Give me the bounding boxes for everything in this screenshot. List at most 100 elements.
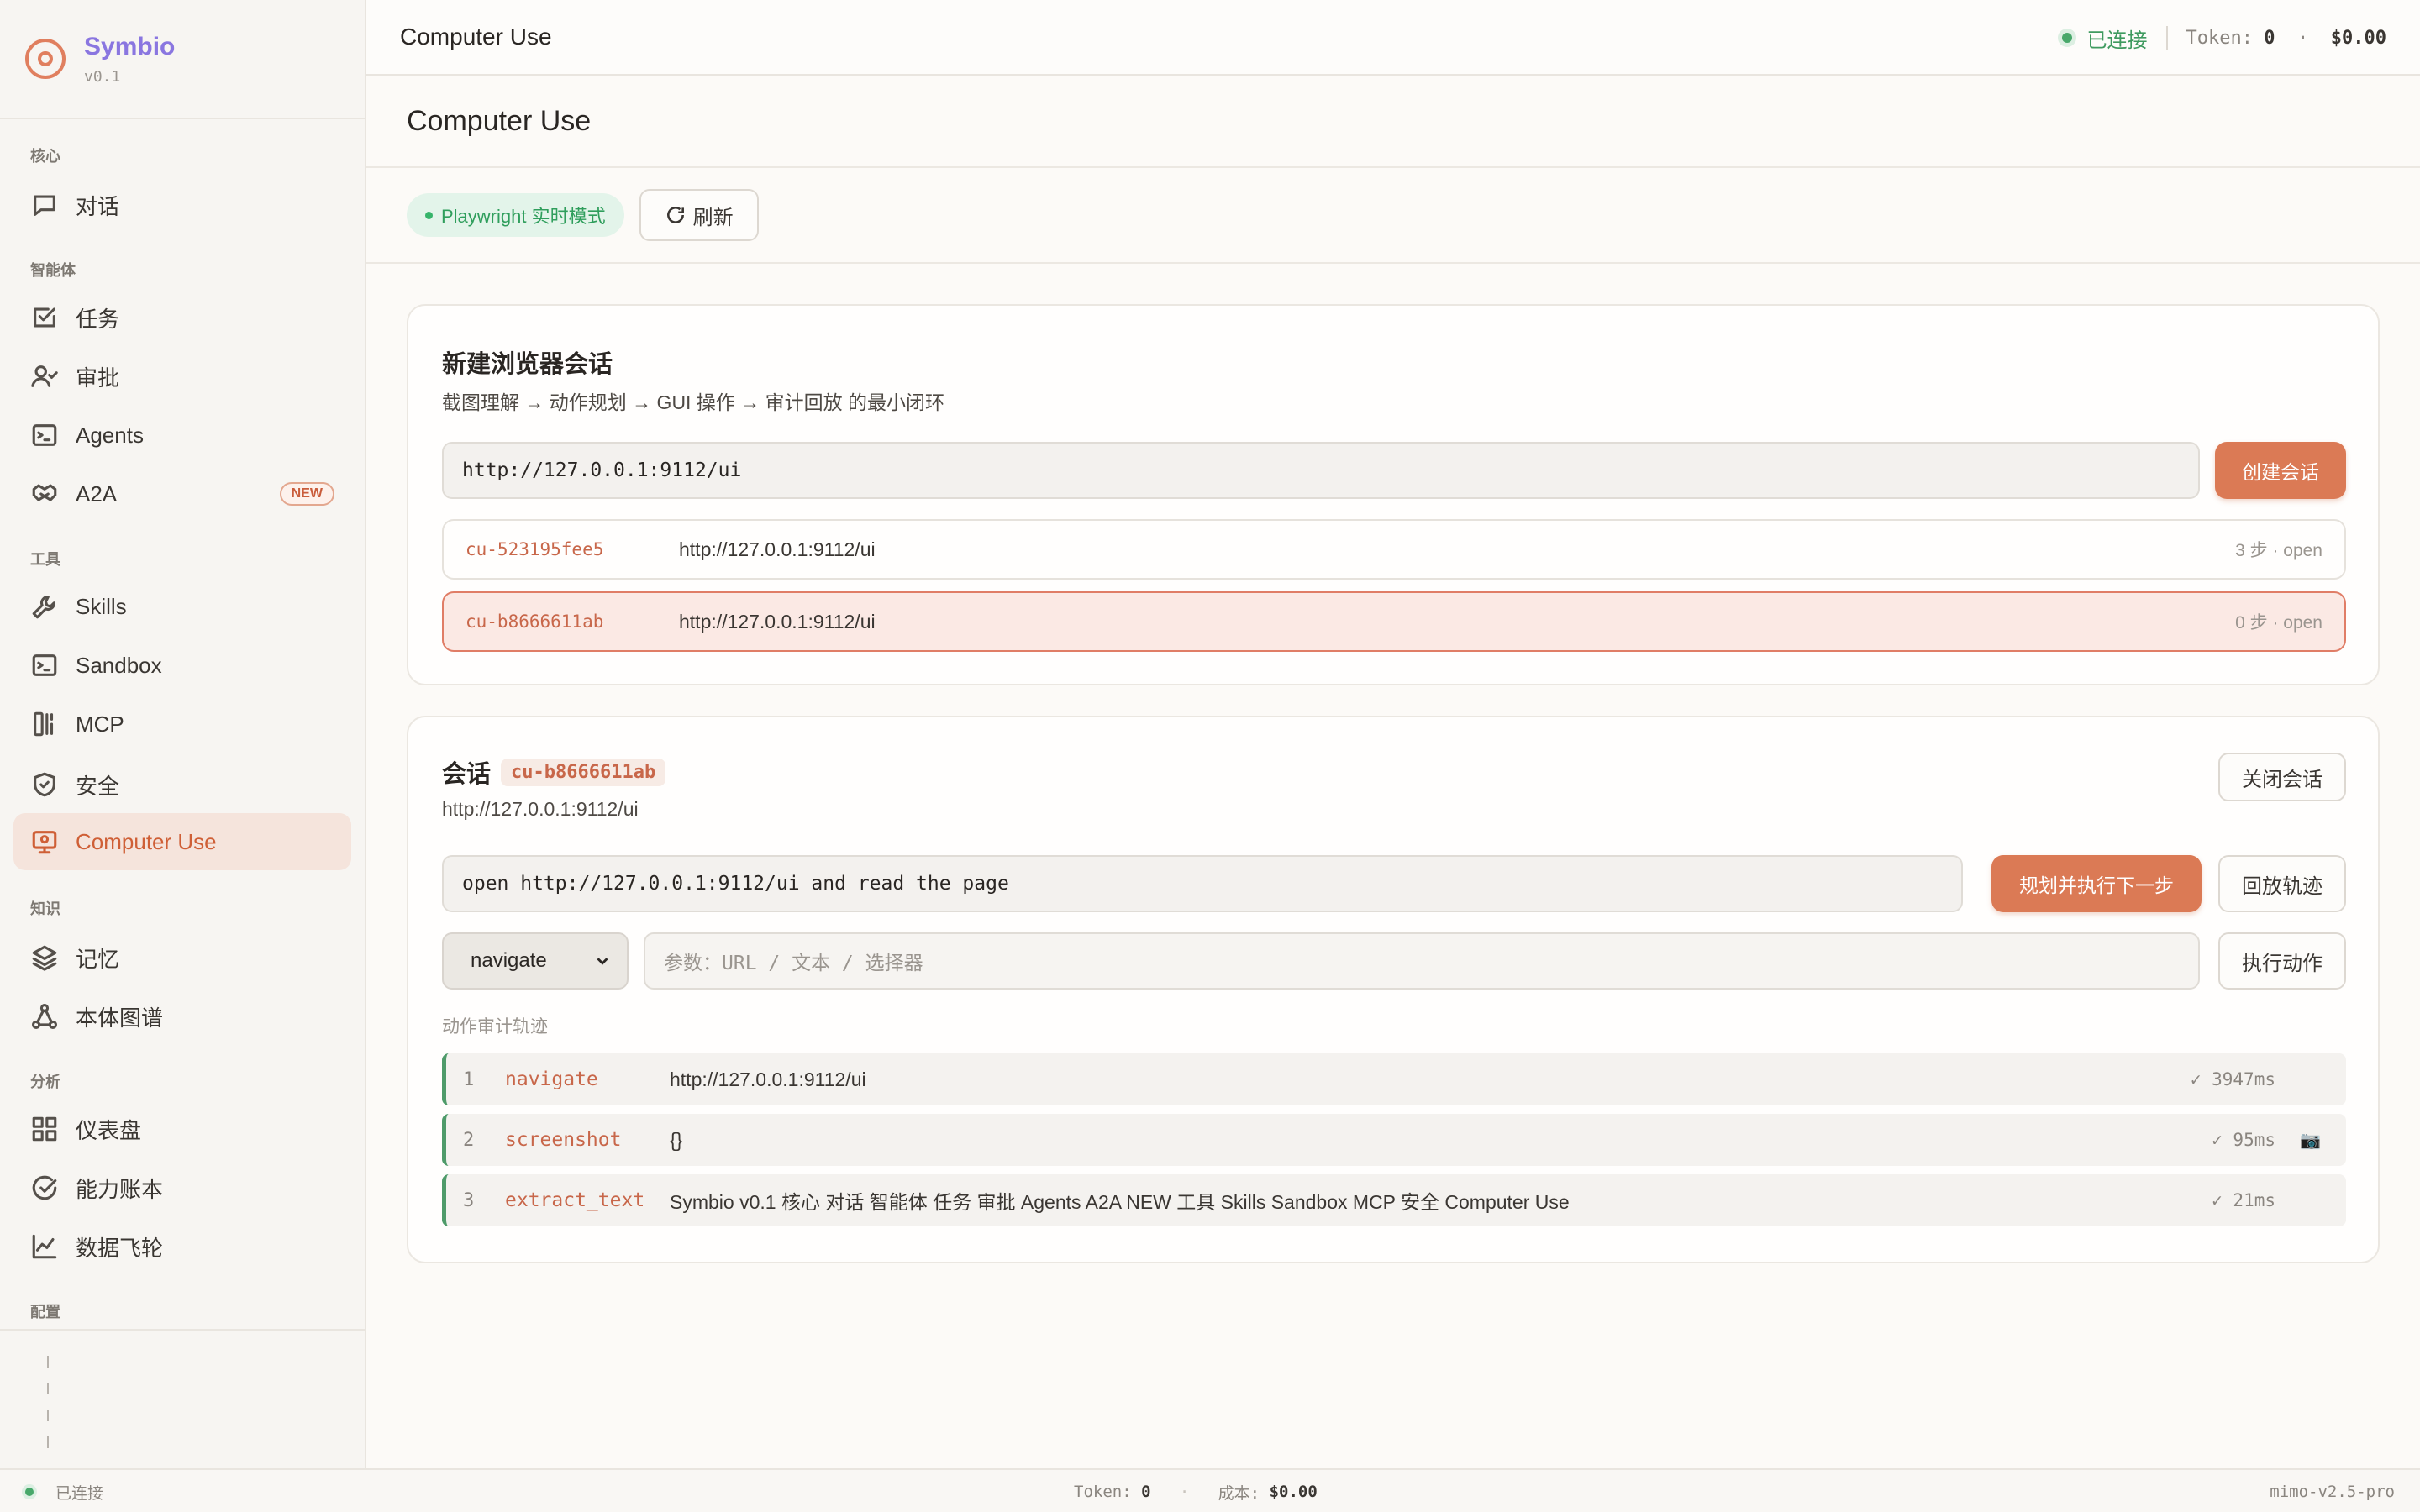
instruction-input[interactable]: open http://127.0.0.1:9112/ui and read t… xyxy=(442,855,1963,912)
audit-action: extract_text xyxy=(505,1189,645,1211)
line-chart-icon xyxy=(32,1234,57,1259)
nav-section-config: 配置 xyxy=(30,1304,60,1320)
refresh-button[interactable]: 刷新 xyxy=(639,189,759,241)
sidebar-item-tasks[interactable]: 任务 xyxy=(13,289,351,346)
cost-value: $0.00 xyxy=(2330,27,2386,49)
session-meta: 0 步 · open xyxy=(2235,613,2323,633)
session-list-item-selected[interactable]: cu-b8666611ab http://127.0.0.1:9112/ui 0… xyxy=(442,591,2346,652)
user-check-icon xyxy=(31,365,58,387)
session-meta: 3 步 · open xyxy=(2235,541,2323,560)
topbar-status-area: 已连接 Token: 0 · $0.00 xyxy=(2061,0,2386,76)
graph-nodes-icon xyxy=(31,1003,58,1030)
sidebar-item-label: 仪表盘 xyxy=(76,1117,142,1143)
grid-icon xyxy=(32,1116,57,1142)
sidebar-item-label: 数据飞轮 xyxy=(76,1235,164,1261)
session-title: 会话 cu-b8666611ab xyxy=(442,754,666,790)
top-bar: Computer Use 已连接 Token: 0 · $0.00 xyxy=(366,0,2420,76)
sidebar-item-label: Sandbox xyxy=(76,652,162,678)
session-url: http://127.0.0.1:9112/ui xyxy=(679,610,876,633)
sidebar-item-security[interactable]: 安全 xyxy=(13,756,351,813)
sidebar-bottom xyxy=(0,1329,366,1468)
create-session-button[interactable]: 创建会话 xyxy=(2215,442,2346,499)
sidebar-item-skills[interactable]: Skills xyxy=(13,578,351,635)
brand[interactable]: Symbio v0.1 xyxy=(0,0,365,119)
sidebar-item-sandbox[interactable]: Sandbox xyxy=(13,637,351,694)
sidebar-item-capability[interactable]: 能力账本 xyxy=(13,1159,351,1216)
session-url: http://127.0.0.1:9112/ui xyxy=(679,538,876,560)
session-url-input[interactable]: http://127.0.0.1:9112/ui xyxy=(442,442,2200,499)
sidebar-item-flywheel[interactable]: 数据飞轮 xyxy=(13,1218,351,1275)
sidebar-item-dashboard[interactable]: 仪表盘 xyxy=(13,1100,351,1158)
status-footer: 已连接 Token: 0 · 成本: $0.00 mimo-v2.5-pro xyxy=(0,1468,2420,1512)
layers-icon xyxy=(32,945,57,971)
sidebar-item-approval[interactable]: 审批 xyxy=(13,348,351,405)
audit-detail: http://127.0.0.1:9112/ui xyxy=(670,1068,866,1090)
audit-duration: ✓ 3947ms xyxy=(2190,1069,2275,1089)
audit-detail: {} xyxy=(670,1128,683,1151)
mode-badge: Playwright 实时模式 xyxy=(407,193,624,237)
new-badge: NEW xyxy=(279,482,334,506)
sidebar-item-mcp[interactable]: MCP xyxy=(13,696,351,753)
handshake-icon xyxy=(32,484,57,501)
sidebar-item-label: 对话 xyxy=(76,193,120,219)
token-counter: Token: 0 · $0.00 xyxy=(2186,27,2386,49)
monitor-icon xyxy=(32,831,57,854)
audit-row[interactable]: 2 screenshot {} ✓ 95ms 📷 xyxy=(442,1114,2346,1166)
audit-row[interactable]: 3 extract_text Symbio v0.1 核心 对话 智能体 任务 … xyxy=(442,1174,2346,1226)
audit-trail-label: 动作审计轨迹 xyxy=(442,1017,548,1037)
session-id: cu-523195fee5 xyxy=(466,539,604,559)
server-icon xyxy=(34,711,54,737)
footer-usage: Token: 0 · 成本: $0.00 xyxy=(1074,1483,1318,1503)
close-session-button[interactable]: 关闭会话 xyxy=(2218,753,2346,801)
execute-action-button[interactable]: 执行动作 xyxy=(2218,932,2346,990)
nav-section-tools: 工具 xyxy=(30,551,60,568)
wrench-icon xyxy=(32,596,55,619)
session-list-item[interactable]: cu-523195fee5 http://127.0.0.1:9112/ui 3… xyxy=(442,519,2346,580)
connection-status: 已连接 xyxy=(2086,29,2148,52)
sidebar-item-memory[interactable]: 记忆 xyxy=(13,929,351,986)
sidebar-item-label: 能力账本 xyxy=(76,1176,164,1202)
audit-duration: ✓ 21ms xyxy=(2212,1190,2275,1210)
nav-section-core: 核心 xyxy=(30,148,60,165)
refresh-icon xyxy=(666,207,684,223)
sidebar-item-computer-use[interactable]: Computer Use xyxy=(13,813,351,870)
sidebar: Symbio v0.1 核心 对话 智能体 任务 审批 Agents A2A N… xyxy=(0,0,366,1468)
plan-execute-button[interactable]: 规划并执行下一步 xyxy=(1991,855,2202,912)
sidebar-item-a2a[interactable]: A2A NEW xyxy=(13,465,351,522)
footer-model: mimo-v2.5-pro xyxy=(2270,1483,2395,1501)
status-dot-icon xyxy=(2061,33,2072,43)
brand-name: Symbio xyxy=(84,32,176,60)
shield-check-icon xyxy=(34,772,55,797)
param-input[interactable]: 参数：URL / 文本 / 选择器 xyxy=(644,932,2200,990)
audit-step-number: 3 xyxy=(463,1189,475,1211)
status-dot-icon xyxy=(25,1488,34,1496)
camera-icon[interactable]: 📷 xyxy=(2300,1130,2321,1151)
audit-row[interactable]: 1 navigate http://127.0.0.1:9112/ui ✓ 39… xyxy=(442,1053,2346,1105)
session-url: http://127.0.0.1:9112/ui xyxy=(442,798,639,820)
nav-section-analytics: 分析 xyxy=(30,1074,60,1090)
replay-trajectory-button[interactable]: 回放轨迹 xyxy=(2218,855,2346,912)
page-toolbar: Playwright 实时模式 刷新 xyxy=(366,168,2420,264)
sidebar-item-label: MCP xyxy=(76,711,124,737)
sidebar-item-ontology[interactable]: 本体图谱 xyxy=(13,988,351,1045)
sidebar-item-label: Agents xyxy=(76,422,144,448)
session-detail-card: 会话 cu-b8666611ab http://127.0.0.1:9112/u… xyxy=(407,716,2380,1263)
sidebar-item-label: A2A xyxy=(76,480,118,507)
page-title: Computer Use xyxy=(407,104,592,137)
audit-step-number: 1 xyxy=(463,1068,475,1090)
gauge-check-icon xyxy=(32,1175,57,1200)
action-select[interactable]: navigate xyxy=(442,932,629,990)
sidebar-item-label: 记忆 xyxy=(76,946,120,972)
audit-detail: Symbio v0.1 核心 对话 智能体 任务 审批 Agents A2A N… xyxy=(670,1191,1570,1213)
chevron-down-icon xyxy=(597,958,608,965)
sidebar-item-chat[interactable]: 对话 xyxy=(13,176,351,234)
sidebar-item-label: Skills xyxy=(76,593,127,619)
sidebar-item-label: 本体图谱 xyxy=(76,1005,164,1031)
sidebar-item-label: 安全 xyxy=(76,773,120,799)
sidebar-item-agents[interactable]: Agents xyxy=(13,407,351,464)
page-header: Computer Use xyxy=(366,76,2420,168)
sidebar-item-label: Computer Use xyxy=(76,828,217,854)
checkbox-icon xyxy=(34,307,55,328)
terminal-icon xyxy=(32,424,57,446)
topbar-title: Computer Use xyxy=(400,24,552,50)
